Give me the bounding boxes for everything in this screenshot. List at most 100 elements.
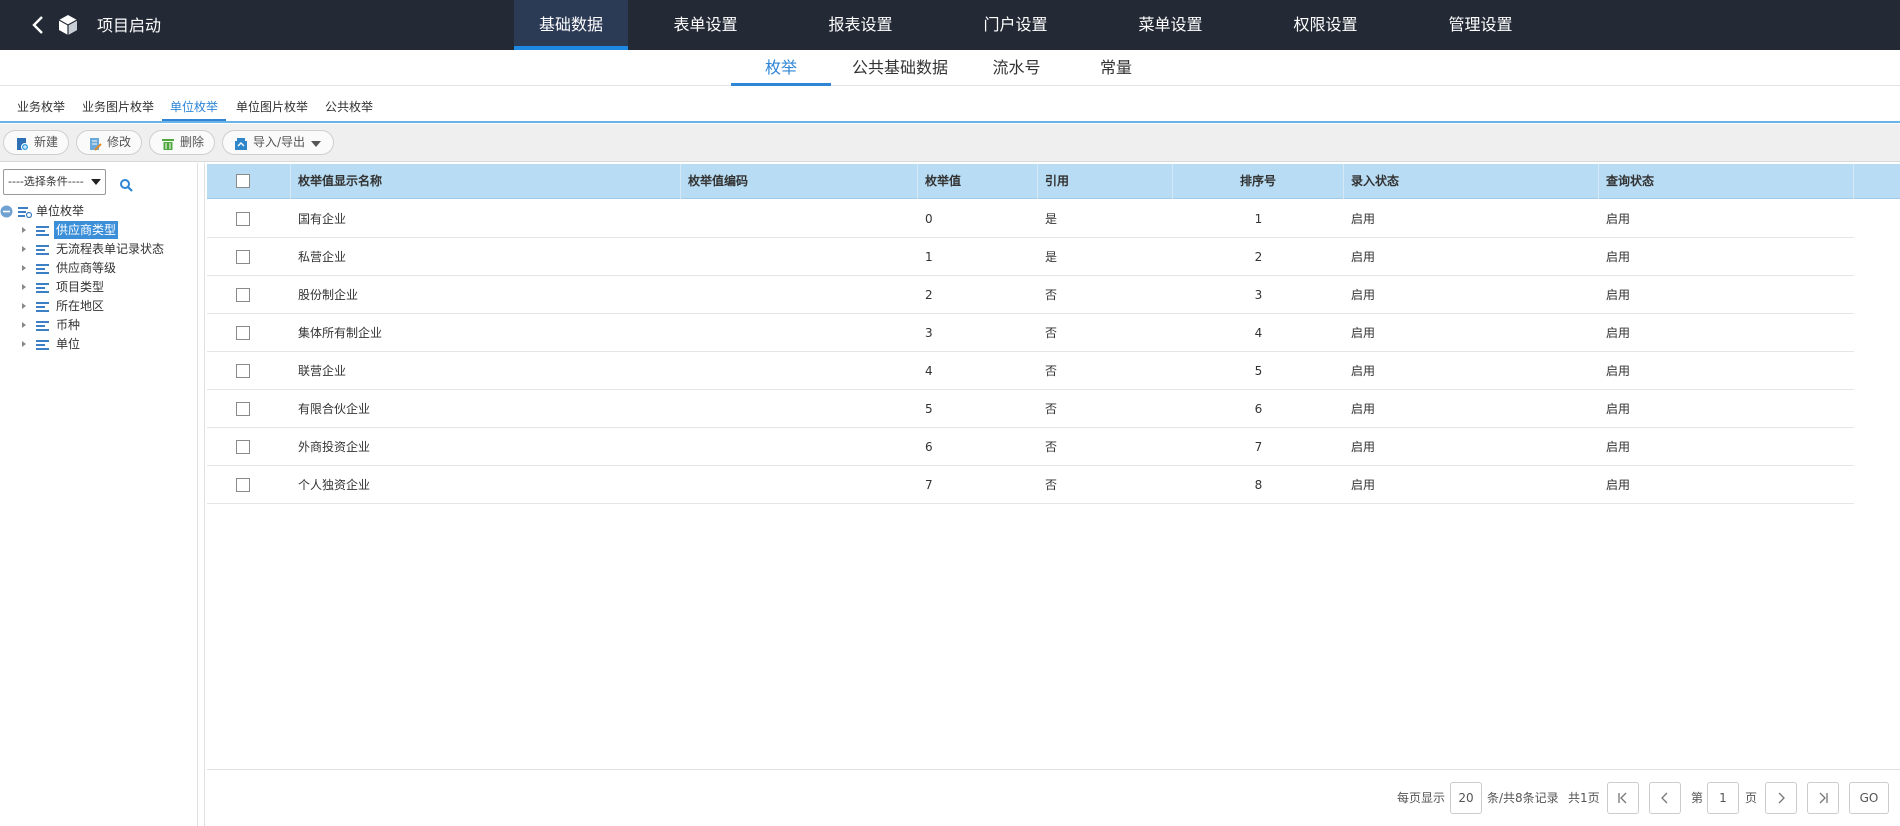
row-checkbox[interactable]	[236, 250, 250, 264]
nav-admin-settings[interactable]: 管理设置	[1403, 0, 1558, 50]
first-page-button[interactable]	[1607, 782, 1639, 814]
row-checkbox[interactable]	[236, 212, 250, 226]
last-page-icon	[1819, 792, 1828, 804]
column-header[interactable]: 排序号	[1173, 164, 1344, 199]
table-row[interactable]: 外商投资企业 6 否 7 启用 启用	[207, 428, 1854, 466]
nav-form-settings[interactable]: 表单设置	[628, 0, 783, 50]
column-header[interactable]: 录入状态	[1344, 164, 1599, 199]
cell-query-status: 启用	[1606, 402, 1631, 416]
tab-serial-number[interactable]: 流水号	[985, 50, 1048, 86]
cell-entry-status: 启用	[1351, 250, 1376, 264]
row-checkbox[interactable]	[236, 402, 250, 416]
tree-node[interactable]: 单位	[22, 335, 182, 353]
condition-select[interactable]: ----选择条件----	[3, 169, 106, 195]
cell-query-status: 启用	[1606, 478, 1631, 492]
trash-icon	[161, 136, 175, 150]
cell-sort: 6	[1254, 402, 1263, 416]
row-checkbox[interactable]	[236, 440, 250, 454]
tab-unit-image-enum[interactable]: 单位图片枚举	[236, 96, 308, 121]
column-header[interactable]: 枚举值编码	[681, 164, 918, 199]
cell-code	[681, 276, 688, 314]
edit-button[interactable]: 修改	[76, 130, 143, 155]
expand-caret-icon[interactable]	[22, 265, 26, 271]
expand-caret-icon[interactable]	[22, 284, 26, 290]
toolbar: 新建 修改 删除 导入/导出	[0, 124, 1900, 162]
tree-folder-icon	[18, 206, 33, 219]
tab-public-enum[interactable]: 公共枚举	[325, 96, 373, 121]
expand-caret-icon[interactable]	[22, 303, 26, 309]
per-page-input[interactable]: 20	[1450, 782, 1482, 814]
cell-code	[681, 390, 688, 428]
new-button[interactable]: 新建	[3, 130, 70, 155]
back-arrow-icon[interactable]	[28, 14, 50, 36]
row-checkbox[interactable]	[236, 288, 250, 302]
tree-node[interactable]: 供应商等级	[22, 259, 182, 277]
cell-value: 1	[925, 250, 933, 264]
new-doc-icon	[15, 136, 29, 151]
prev-page-button[interactable]	[1649, 782, 1681, 814]
tree-node-label: 供应商类型	[54, 221, 119, 239]
cell-query-status: 启用	[1606, 288, 1631, 302]
tab-public-basic-data[interactable]: 公共基础数据	[845, 50, 955, 86]
cell-code	[681, 466, 688, 504]
list-node-icon	[36, 319, 50, 331]
cell-entry-status: 启用	[1351, 440, 1376, 454]
cell-display-name: 个人独资企业	[298, 478, 371, 492]
nav-basic-data[interactable]: 基础数据	[514, 0, 628, 50]
column-header[interactable]: 枚举值显示名称	[291, 164, 681, 199]
cell-code	[681, 314, 688, 352]
table-row[interactable]: 有限合伙企业 5 否 6 启用 启用	[207, 390, 1854, 428]
row-checkbox[interactable]	[236, 478, 250, 492]
next-page-button[interactable]	[1765, 782, 1797, 814]
expand-caret-icon[interactable]	[22, 341, 26, 347]
table-row[interactable]: 私营企业 1 是 2 启用 启用	[207, 238, 1854, 276]
tree-node[interactable]: 所在地区	[22, 297, 182, 315]
nav-permission-settings[interactable]: 权限设置	[1248, 0, 1403, 50]
tab-unit-enum[interactable]: 单位枚举	[162, 96, 227, 121]
row-checkbox[interactable]	[236, 326, 250, 340]
cell-code	[681, 200, 688, 238]
nav-portal-settings[interactable]: 门户设置	[938, 0, 1093, 50]
expand-caret-icon[interactable]	[22, 322, 26, 328]
select-all-checkbox[interactable]	[236, 174, 250, 188]
column-header[interactable]: 枚举值	[918, 164, 1038, 199]
last-page-button[interactable]	[1807, 782, 1839, 814]
column-header[interactable]: 引用	[1038, 164, 1173, 199]
collapse-icon[interactable]	[0, 205, 13, 218]
expand-caret-icon[interactable]	[22, 227, 26, 233]
table-row[interactable]: 联营企业 4 否 5 启用 启用	[207, 352, 1854, 390]
chevron-right-icon	[1778, 792, 1785, 804]
tree-root-unit-enum[interactable]: 单位枚举	[0, 203, 120, 220]
cell-code	[681, 352, 688, 390]
table-row[interactable]: 股份制企业 2 否 3 启用 启用	[207, 276, 1854, 314]
cell-display-name: 集体所有制企业	[298, 326, 383, 340]
page-number-input[interactable]: 1	[1707, 782, 1739, 814]
tree-node[interactable]: 无流程表单记录状态	[22, 240, 192, 258]
tree-node[interactable]: 项目类型	[22, 278, 182, 296]
cell-reference: 否	[1045, 326, 1058, 340]
cell-sort: 3	[1254, 288, 1263, 302]
table-row[interactable]: 个人独资企业 7 否 8 启用 启用	[207, 466, 1854, 504]
cell-sort: 5	[1254, 364, 1263, 378]
column-header[interactable]: 查询状态	[1599, 164, 1854, 199]
table-row[interactable]: 国有企业 0 是 1 启用 启用	[207, 200, 1854, 238]
tree-node[interactable]: 币种	[22, 316, 182, 334]
tab-constant[interactable]: 常量	[1093, 50, 1139, 86]
table-row[interactable]: 集体所有制企业 3 否 4 启用 启用	[207, 314, 1854, 352]
tab-business-enum[interactable]: 业务枚举	[17, 96, 65, 121]
delete-button[interactable]: 删除	[149, 130, 216, 155]
nav-menu-settings[interactable]: 菜单设置	[1093, 0, 1248, 50]
expand-caret-icon[interactable]	[22, 246, 26, 252]
tab-business-image-enum[interactable]: 业务图片枚举	[82, 96, 154, 121]
go-button[interactable]: GO	[1849, 782, 1889, 814]
cell-entry-status: 启用	[1351, 478, 1376, 492]
cell-entry-status: 启用	[1351, 364, 1376, 378]
app-title: 项目启动	[97, 16, 162, 35]
nav-report-settings[interactable]: 报表设置	[783, 0, 938, 50]
row-checkbox[interactable]	[236, 364, 250, 378]
chevron-left-icon	[1661, 792, 1668, 804]
import-export-button[interactable]: 导入/导出	[222, 130, 335, 155]
search-icon[interactable]	[119, 177, 133, 192]
tree-node[interactable]: 供应商类型	[22, 221, 182, 239]
tab-enum[interactable]: 枚举	[731, 50, 831, 86]
